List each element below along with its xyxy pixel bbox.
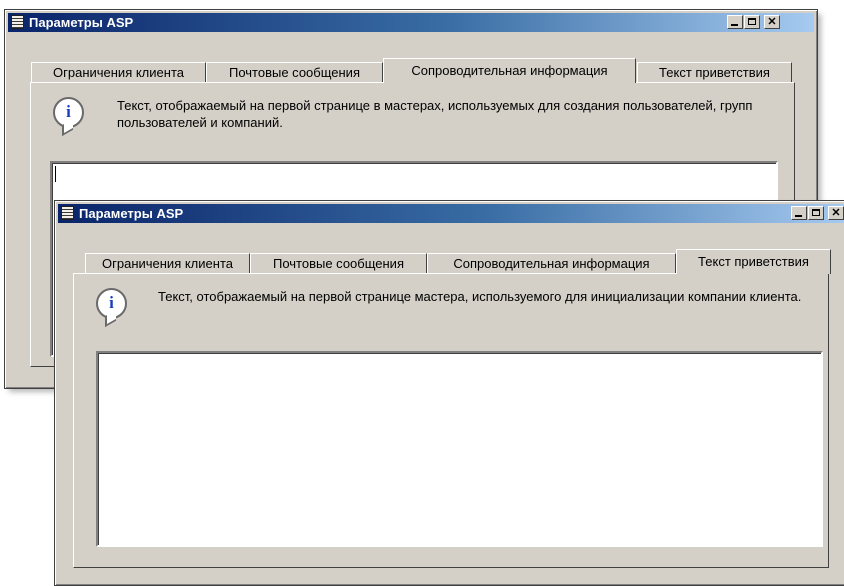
maximize-button[interactable] (808, 206, 824, 220)
back-window-titlebar[interactable]: Параметры ASP ✕ (8, 13, 814, 32)
tab-mail-messages[interactable]: Почтовые сообщения (250, 253, 427, 273)
info-icon-letter: i (66, 102, 71, 121)
front-window: Параметры ASP ✕ Ограничения клиента Почт… (54, 200, 844, 586)
close-icon: ✕ (767, 16, 777, 28)
close-button[interactable]: ✕ (828, 206, 844, 220)
tab-client-limits[interactable]: Ограничения клиента (31, 62, 206, 82)
info-icon-letter: i (109, 293, 114, 312)
back-window-title: Параметры ASP (29, 15, 134, 30)
back-tab-strip: Ограничения клиента Почтовые сообщения С… (31, 58, 811, 83)
minimize-icon (795, 215, 802, 217)
tab-label: Сопроводительная информация (453, 256, 650, 271)
info-icon: i (53, 97, 84, 128)
text-caret (55, 166, 56, 182)
tab-accompanying-info[interactable]: Сопроводительная информация (383, 58, 636, 83)
maximize-icon (748, 18, 756, 25)
tab-label: Ограничения клиента (53, 65, 184, 80)
close-icon: ✕ (831, 207, 841, 219)
tab-label: Почтовые сообщения (272, 256, 404, 271)
tab-welcome-text[interactable]: Текст приветствия (676, 249, 831, 274)
tab-welcome-text[interactable]: Текст приветствия (637, 62, 792, 82)
description-text: Текст, отображаемый на первой странице в… (117, 98, 753, 130)
tab-label: Почтовые сообщения (228, 65, 360, 80)
tab-label: Текст приветствия (659, 65, 770, 80)
front-tab-strip: Ограничения клиента Почтовые сообщения С… (85, 249, 844, 274)
tab-accompanying-info[interactable]: Сопроводительная информация (427, 253, 676, 273)
minimize-button[interactable] (727, 15, 743, 29)
close-button[interactable]: ✕ (764, 15, 780, 29)
info-icon: i (96, 288, 127, 319)
tab-label: Ограничения клиента (102, 256, 233, 271)
welcome-text-textarea[interactable] (96, 351, 823, 547)
tab-mail-messages[interactable]: Почтовые сообщения (206, 62, 383, 82)
description-text: Текст, отображаемый на первой странице м… (158, 289, 802, 304)
tab-client-limits[interactable]: Ограничения клиента (85, 253, 250, 273)
front-window-titlebar[interactable]: Параметры ASP ✕ (58, 204, 844, 223)
tab-label: Текст приветствия (698, 254, 809, 269)
maximize-button[interactable] (744, 15, 760, 29)
minimize-button[interactable] (791, 206, 807, 220)
front-tab-panel: i Текст, отображаемый на первой странице… (73, 273, 829, 568)
app-window-icon[interactable] (61, 206, 74, 220)
minimize-icon (731, 24, 738, 26)
tab-label: Сопроводительная информация (411, 63, 608, 78)
app-window-icon[interactable] (11, 15, 24, 29)
maximize-icon (812, 209, 820, 216)
front-window-title: Параметры ASP (79, 206, 184, 221)
